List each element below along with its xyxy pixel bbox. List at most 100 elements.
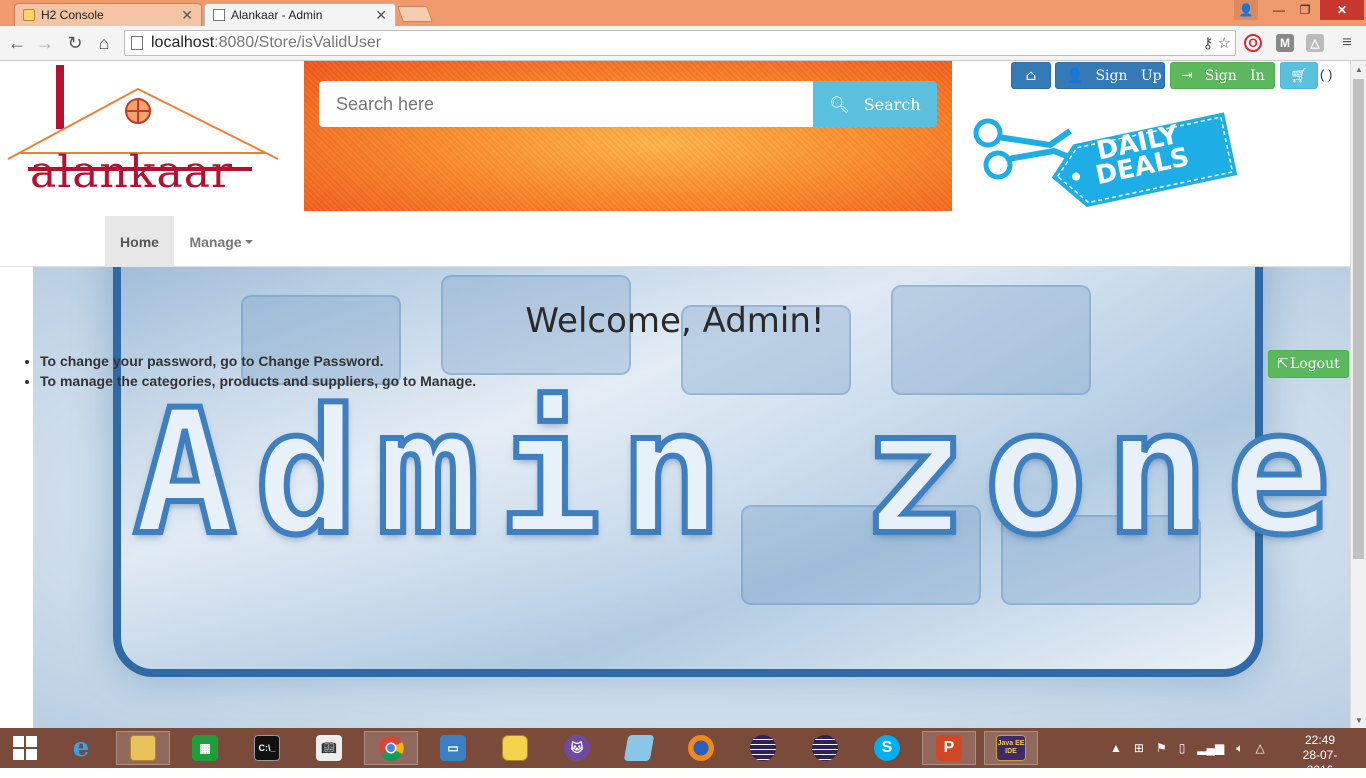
list-item: To manage the categories, products and s… (40, 371, 476, 391)
taskbar-command-prompt[interactable]: C:\_ (240, 731, 294, 765)
skype-icon: S (874, 735, 900, 761)
bookmark-star-icon[interactable]: ⚷ ☆ (1202, 34, 1231, 52)
home-button[interactable]: ⌂ (1011, 62, 1051, 89)
taskbar-firefox[interactable] (674, 731, 728, 765)
search-button[interactable]: 🔍︎ Search (813, 81, 937, 127)
start-button[interactable] (0, 731, 50, 765)
clock-time: 22:49 (1304, 733, 1336, 747)
home-icon[interactable]: ⌂ (93, 32, 115, 54)
taskbar-store[interactable]: ▦ (178, 731, 232, 765)
maximize-button[interactable]: ❐ (1292, 0, 1318, 20)
drive-extension-icon[interactable]: △ (1306, 34, 1324, 52)
notes-icon (623, 735, 655, 761)
page-viewport: alankaar 🔍︎ Search ⌂ 👤 Sign Up ⇥ Sign In… (0, 61, 1350, 728)
alankaar-logo[interactable]: alankaar (4, 63, 284, 203)
browser-titlebar: H2 Console ✕ Alankaar - Admin ✕ 👤 — ❐ ✕ (0, 0, 1366, 26)
daily-deals-banner[interactable]: DAILY DEALS (970, 101, 1240, 211)
taskbar-java-ee-ide[interactable]: Java EE IDE (984, 731, 1038, 765)
close-icon[interactable]: ✕ (375, 7, 387, 24)
eclipse-icon (750, 735, 776, 761)
taskbar-reader[interactable]: 📖︎ (302, 731, 356, 765)
chrome-icon (379, 736, 404, 761)
remote-desktop-icon: ▭ (440, 735, 466, 761)
sign-in-label: Sign In (1204, 67, 1265, 84)
home-icon: ⌂ (1025, 67, 1037, 84)
tab-label: H2 Console (41, 8, 104, 22)
search-icon: 🔍︎ (829, 94, 850, 114)
menu-icon[interactable]: ≡ (1338, 34, 1356, 52)
logout-label: Logout (1289, 356, 1340, 372)
network-icon[interactable]: ▂▄▆ (1197, 741, 1224, 755)
java-ee-ide-icon: Java EE IDE (996, 735, 1026, 761)
command-prompt-icon: C:\_ (254, 735, 280, 761)
taskbar-eclipse-2[interactable] (798, 731, 852, 765)
nav-home[interactable]: Home (105, 216, 174, 267)
taskbar-github[interactable]: 🐱︎ (550, 731, 604, 765)
admin-info-list: To change your password, go to Change Pa… (40, 351, 476, 391)
firefox-icon (688, 735, 714, 761)
taskbar-powerpoint[interactable]: P (922, 731, 976, 765)
minimize-button[interactable]: — (1266, 0, 1292, 20)
taskbar-chrome[interactable] (364, 731, 418, 765)
address-bar[interactable]: localhost:8080/Store/isValidUser ⚷ ☆ (124, 30, 1236, 56)
h2-console-icon (23, 9, 35, 21)
database-icon (502, 735, 528, 761)
folder-icon (130, 735, 156, 761)
tab-h2-console[interactable]: H2 Console ✕ (14, 3, 202, 26)
new-tab-button[interactable] (397, 6, 433, 22)
tray-app-icon[interactable]: ⊞ (1134, 741, 1144, 755)
cart-count: ( ) (1320, 67, 1333, 82)
tab-alankaar-admin[interactable]: Alankaar - Admin ✕ (204, 3, 396, 26)
scroll-up-arrow-icon[interactable]: ▲ (1351, 61, 1366, 77)
flag-icon[interactable]: ⚑ (1156, 741, 1167, 755)
internet-explorer-icon: e (72, 733, 90, 763)
drive-icon[interactable]: △ (1256, 741, 1265, 755)
close-window-button[interactable]: ✕ (1320, 0, 1364, 20)
logout-icon: ⇱ (1277, 356, 1289, 372)
back-arrow-icon[interactable]: ← (6, 32, 28, 54)
taskbar-clock[interactable]: 22:49 28-07-2016 (1290, 733, 1350, 778)
logout-button[interactable]: ⇱ Logout (1268, 350, 1349, 378)
taskbar-file-explorer[interactable] (116, 731, 170, 765)
volume-icon[interactable]: 🔈︎ (1236, 741, 1243, 756)
forward-arrow-icon[interactable]: → (34, 32, 56, 54)
opera-extension-icon[interactable]: O (1244, 34, 1262, 52)
taskbar-remote-desktop[interactable]: ▭ (426, 731, 480, 765)
github-icon: 🐱︎ (564, 735, 590, 761)
battery-icon[interactable]: ▯ (1179, 741, 1186, 755)
caret-down-icon (244, 239, 253, 244)
page-scrollbar[interactable]: ▲ ▼ (1350, 61, 1366, 728)
welcome-heading: Welcome, Admin! (525, 301, 825, 341)
search-input[interactable] (319, 81, 815, 127)
taskbar-database[interactable] (488, 731, 542, 765)
nav-manage-label: Manage (189, 233, 242, 250)
taskbar-notes[interactable] (612, 731, 666, 765)
sign-in-icon: ⇥ (1181, 67, 1193, 84)
close-icon[interactable]: ✕ (181, 7, 193, 24)
scroll-thumb[interactable] (1353, 79, 1364, 559)
nav-manage-dropdown[interactable]: Manage (176, 216, 266, 267)
sign-up-button[interactable]: 👤 Sign Up (1055, 62, 1165, 89)
cart-button[interactable]: 🛒︎ (1280, 62, 1318, 89)
windows-logo-icon (13, 736, 37, 760)
store-icon: ▦ (192, 735, 218, 761)
user-icon: 👤 (1066, 67, 1084, 84)
powerpoint-icon: P (936, 735, 962, 761)
scroll-down-arrow-icon[interactable]: ▼ (1351, 712, 1366, 728)
taskbar-skype[interactable]: S (860, 731, 914, 765)
taskbar-eclipse[interactable] (736, 731, 790, 765)
reload-icon[interactable]: ↻ (64, 32, 86, 54)
taskbar-internet-explorer[interactable]: e (54, 731, 108, 765)
tab-label: Alankaar - Admin (231, 8, 323, 22)
user-profile-icon[interactable]: 👤 (1234, 0, 1258, 20)
admin-zone-text: Admin zone (130, 369, 1349, 576)
system-tray: ▲ ⊞ ⚑ ▯ ▂▄▆ 🔈︎ △ (1110, 728, 1265, 768)
eclipse-icon (812, 735, 838, 761)
show-hidden-icons-icon[interactable]: ▲ (1110, 741, 1122, 755)
sign-up-label: Sign Up (1095, 67, 1162, 84)
main-navbar: Home Manage (0, 211, 1350, 267)
browser-toolbar: ← → ↻ ⌂ localhost:8080/Store/isValidUser… (0, 26, 1366, 61)
extension-icon[interactable]: M (1276, 34, 1294, 52)
search-button-label: Search (863, 94, 921, 114)
sign-in-button[interactable]: ⇥ Sign In (1170, 62, 1275, 89)
